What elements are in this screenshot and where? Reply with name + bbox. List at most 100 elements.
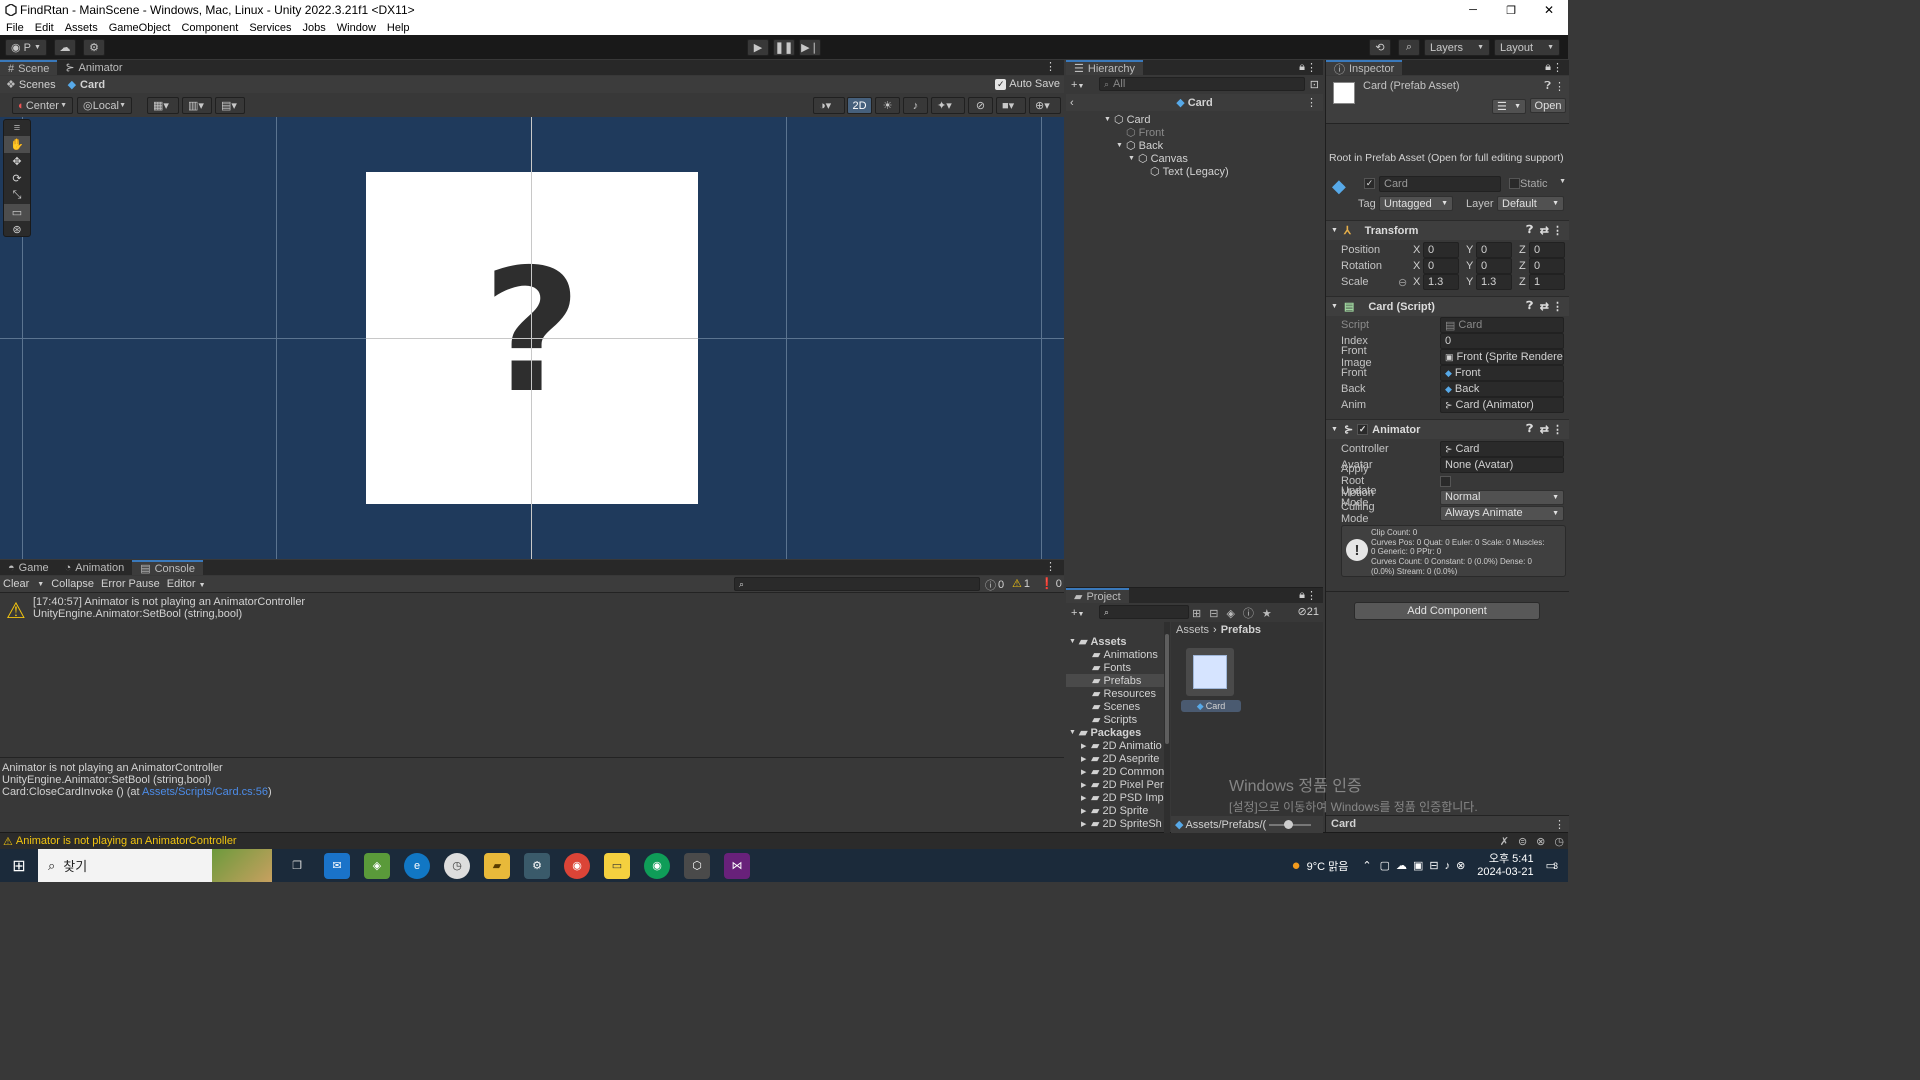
script-link[interactable]: Assets/Scripts/Card.cs:56 bbox=[142, 786, 268, 798]
kebab-menu-icon[interactable]: ⋮ bbox=[1554, 80, 1565, 93]
task-view-icon[interactable]: ❐ bbox=[284, 853, 310, 879]
kebab-menu-icon[interactable]: ⋮ bbox=[1306, 96, 1317, 109]
collab-button[interactable]: ⚙ bbox=[83, 39, 105, 56]
clock[interactable]: 오후 5:41 2024-03-21 bbox=[1477, 853, 1533, 879]
progress-icon[interactable]: ◷ bbox=[1554, 835, 1564, 848]
chevron-down-icon[interactable]: ▼ bbox=[1559, 178, 1566, 185]
help-icon[interactable]: ❓︎ bbox=[1526, 224, 1533, 237]
minimize-button[interactable]: ─ bbox=[1454, 0, 1492, 20]
unity-app-icon[interactable]: ⬡ bbox=[684, 852, 710, 879]
rotation-z[interactable]: 0 bbox=[1529, 258, 1565, 274]
kebab-menu-icon[interactable]: ⋮ bbox=[1306, 61, 1317, 74]
status-bar[interactable]: ⚠ Animator is not playing an AnimatorCon… bbox=[0, 832, 1568, 849]
tab-inspector[interactable]: ⓘ Inspector bbox=[1326, 60, 1403, 76]
kebab-menu-icon[interactable]: ⋮ bbox=[1552, 61, 1563, 74]
help-icon[interactable]: ❓︎ bbox=[1526, 300, 1533, 313]
lock-icon[interactable]: 🔒︎ bbox=[1545, 61, 1551, 74]
folder-resources[interactable]: ▰ Resources bbox=[1092, 687, 1156, 701]
hand-tool-icon[interactable]: ✋ bbox=[4, 136, 30, 153]
console-search-input[interactable]: ⌕ bbox=[734, 577, 980, 591]
console-split-divider[interactable] bbox=[0, 757, 1064, 758]
add-dropdown[interactable]: +▼ bbox=[1071, 79, 1084, 91]
cloud-button[interactable]: ☁ bbox=[54, 39, 76, 56]
hidden-packages-toggle[interactable]: ⊘ 21 bbox=[1298, 605, 1319, 619]
menu-help[interactable]: Help bbox=[387, 22, 410, 34]
shading-mode-button[interactable]: ◑▾ bbox=[813, 97, 845, 114]
hierarchy-search-input[interactable]: ⌕ All bbox=[1099, 77, 1305, 91]
error-count-toggle[interactable]: ❗ 0 bbox=[1040, 577, 1062, 591]
visual-studio-icon[interactable]: ⋈ bbox=[724, 852, 750, 879]
active-checkbox[interactable]: ✓ bbox=[1364, 178, 1375, 189]
rect-tool-icon[interactable]: ▭ bbox=[4, 204, 30, 221]
editor-dropdown[interactable]: Editor ▼ bbox=[167, 578, 206, 590]
zoom-slider-thumb[interactable] bbox=[1284, 820, 1293, 829]
search-button[interactable]: ⌕ bbox=[1398, 39, 1420, 56]
back-arrow-icon[interactable]: ‹ bbox=[1070, 97, 1074, 109]
mail-icon[interactable]: ✉ bbox=[324, 852, 350, 879]
name-field[interactable]: Card bbox=[1379, 176, 1501, 192]
pivot-dropdown[interactable]: ◐ Center ▼ bbox=[12, 97, 73, 114]
add-dropdown[interactable]: +▼ bbox=[1071, 607, 1084, 619]
mode-2d-button[interactable]: 2D bbox=[847, 97, 872, 114]
arrow-icon[interactable]: ▼ bbox=[1069, 729, 1079, 736]
space-dropdown[interactable]: ◎ Local ▼ bbox=[77, 97, 132, 114]
hierarchy-item-back[interactable]: ▼ ⬡ Back bbox=[1116, 139, 1163, 153]
help-icon[interactable]: ❓︎ bbox=[1526, 423, 1533, 436]
hidden-objects-button[interactable]: ⊘ bbox=[968, 97, 993, 114]
account-dropdown[interactable]: ◉ P ▼ bbox=[5, 39, 47, 56]
tab-scene[interactable]: # Scene bbox=[0, 60, 58, 75]
open-button[interactable]: Open bbox=[1530, 98, 1566, 113]
chevron-up-icon[interactable]: ⌃ bbox=[1362, 859, 1371, 872]
kebab-menu-icon[interactable]: ⋮ bbox=[1552, 423, 1563, 436]
scale-x[interactable]: 1.3 bbox=[1423, 274, 1459, 290]
index-field[interactable]: 0 bbox=[1440, 333, 1564, 349]
hierarchy-item-card[interactable]: ▼ ⬡ Card bbox=[1104, 113, 1150, 127]
kebab-menu-icon[interactable]: ⋮ bbox=[1045, 560, 1056, 573]
hierarchy-item-text-legacy[interactable]: ⬡ Text (Legacy) bbox=[1150, 165, 1229, 179]
breadcrumb-card[interactable]: Card bbox=[80, 79, 105, 91]
log-icon[interactable]: ⓘ bbox=[1243, 605, 1254, 621]
weather-text[interactable]: 9°C 맑음 bbox=[1307, 858, 1349, 874]
package-item[interactable]: ▶ ▰ 2D Sprite bbox=[1081, 804, 1148, 818]
avatar-field[interactable]: None (Avatar) bbox=[1440, 457, 1564, 473]
arrow-icon[interactable]: ▼ bbox=[1116, 142, 1126, 149]
windows-start-icon[interactable]: ⊞ bbox=[0, 849, 38, 882]
history-button[interactable]: ⟲ bbox=[1369, 39, 1391, 56]
anim-field[interactable]: ⊱ Card (Animator) bbox=[1440, 397, 1564, 413]
sticky-notes-icon[interactable]: ▭ bbox=[604, 852, 630, 879]
transform-tool-icon[interactable]: ⊛ bbox=[4, 221, 30, 238]
camera-button[interactable]: ■▾ bbox=[996, 97, 1026, 114]
link-icon[interactable]: ⊖ bbox=[1398, 276, 1407, 289]
arrow-icon[interactable]: ▼ bbox=[1104, 116, 1114, 123]
settings-gear-icon[interactable]: ⚙ bbox=[524, 852, 550, 879]
tag-dropdown[interactable]: Untagged ▼ bbox=[1379, 196, 1453, 211]
arrow-icon[interactable]: ▶ bbox=[1081, 807, 1091, 815]
scale-z[interactable]: 1 bbox=[1529, 274, 1565, 290]
menu-component[interactable]: Component bbox=[181, 22, 238, 34]
scene-visibility-icon[interactable]: ⊡ bbox=[1310, 78, 1319, 91]
arrow-icon[interactable]: ▶ bbox=[1081, 768, 1091, 776]
package-item[interactable]: ▶ ▰ 2D SpriteSh bbox=[1081, 817, 1162, 831]
lock-icon[interactable]: 🔒︎ bbox=[1299, 589, 1305, 602]
kebab-menu-icon[interactable]: ⋮ bbox=[1306, 589, 1317, 602]
asset-card-prefab[interactable]: ◆ Card bbox=[1181, 646, 1241, 716]
rotation-y[interactable]: 0 bbox=[1476, 258, 1512, 274]
tab-project[interactable]: ▰ Project bbox=[1066, 588, 1129, 603]
breadcrumb-prefabs[interactable]: Prefabs bbox=[1221, 624, 1261, 636]
position-x[interactable]: 0 bbox=[1423, 242, 1459, 258]
menu-gameobject[interactable]: GameObject bbox=[109, 22, 171, 34]
increment-snap-button[interactable]: ▤▾ bbox=[215, 97, 245, 114]
info-count-toggle[interactable]: ⓘ 0 bbox=[985, 577, 1004, 593]
cache-icon[interactable]: ⊜ bbox=[1518, 835, 1527, 848]
close-button[interactable]: ✕ bbox=[1530, 0, 1568, 20]
folder-packages[interactable]: ▼ ▰ Packages bbox=[1069, 726, 1141, 740]
maps-icon[interactable]: ◈ bbox=[364, 852, 390, 879]
scrollbar-thumb[interactable] bbox=[1165, 634, 1169, 744]
tab-animation[interactable]: ◔ Animation bbox=[57, 560, 133, 575]
pause-button[interactable]: ❚❚ bbox=[773, 39, 795, 56]
layers-dropdown[interactable]: Layers ▼ bbox=[1424, 39, 1490, 56]
package-item[interactable]: ▶ ▰ 2D Aseprite bbox=[1081, 752, 1159, 766]
folder-scenes[interactable]: ▰ Scenes bbox=[1092, 700, 1140, 714]
arrow-icon[interactable]: ▶ bbox=[1081, 820, 1091, 828]
tab-console[interactable]: ▤ Console bbox=[132, 560, 203, 575]
